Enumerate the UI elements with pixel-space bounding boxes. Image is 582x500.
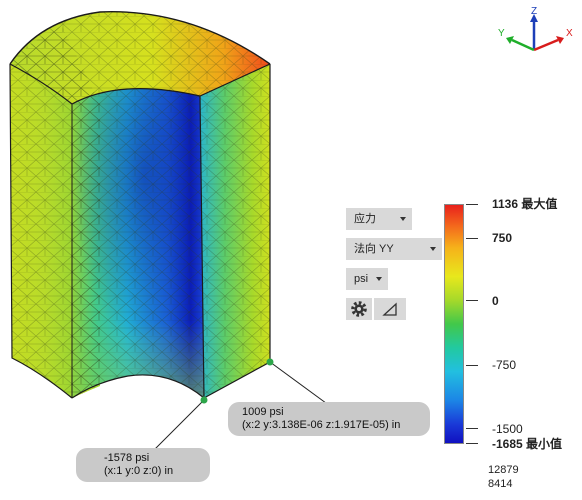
unit-dropdown[interactable]: psi <box>346 268 388 290</box>
stat-line-2: 8414 <box>488 478 513 490</box>
settings-button[interactable] <box>346 298 372 320</box>
legend-min-label: -1685 最小值 <box>492 437 563 451</box>
component-value: 法向 YY <box>354 243 394 255</box>
gear-icon <box>351 301 367 317</box>
legend-options-button[interactable] <box>374 298 406 320</box>
color-legend-bar <box>444 204 464 444</box>
triad-z-label: Z <box>531 6 537 17</box>
probe-coords: (x:2 y:3.138E-06 z:1.917E-05) in <box>242 419 401 431</box>
legend-tick-label: 0 <box>492 294 499 308</box>
triad-x-label: X <box>566 28 573 39</box>
result-type-dropdown[interactable]: 应力 <box>346 208 412 230</box>
legend-tick <box>466 238 478 239</box>
graphics-viewport[interactable]: Z Y X 应力 法向 YY psi 1136 最大值 750 0 -750 -… <box>0 0 582 500</box>
probe-callout-1[interactable]: 1009 psi (x:2 y:3.138E-06 z:1.917E-05) i… <box>228 402 430 436</box>
unit-value: psi <box>354 273 369 285</box>
triad-y-label: Y <box>498 28 505 39</box>
legend-tick <box>466 300 478 301</box>
axis-triad[interactable]: Z Y X <box>494 6 578 62</box>
probe-callout-2[interactable]: -1578 psi (x:1 y:0 z:0) in <box>76 448 210 482</box>
chevron-down-icon <box>430 247 436 251</box>
stat-line-1: 12879 <box>488 464 519 476</box>
legend-tick-min <box>466 443 478 444</box>
probe-value: -1578 psi <box>104 452 150 464</box>
probe-value: 1009 psi <box>242 406 284 418</box>
legend-tick-max <box>466 204 478 205</box>
legend-tick-label: -1500 <box>492 422 523 436</box>
chevron-down-icon <box>376 277 382 281</box>
legend-tick <box>466 365 478 366</box>
legend-tick <box>466 428 478 429</box>
legend-tick-label: -750 <box>492 358 517 372</box>
legend-tick-label: 750 <box>492 231 513 245</box>
triangle-scale-icon <box>382 302 397 316</box>
probe-marker-2[interactable] <box>200 396 208 404</box>
result-type-value: 应力 <box>354 213 376 225</box>
component-dropdown[interactable]: 法向 YY <box>346 238 442 260</box>
legend-max-label: 1136 最大值 <box>492 197 558 211</box>
probe-marker-1[interactable] <box>266 358 274 366</box>
chevron-down-icon <box>400 217 406 221</box>
probe-coords: (x:1 y:0 z:0) in <box>104 465 174 477</box>
